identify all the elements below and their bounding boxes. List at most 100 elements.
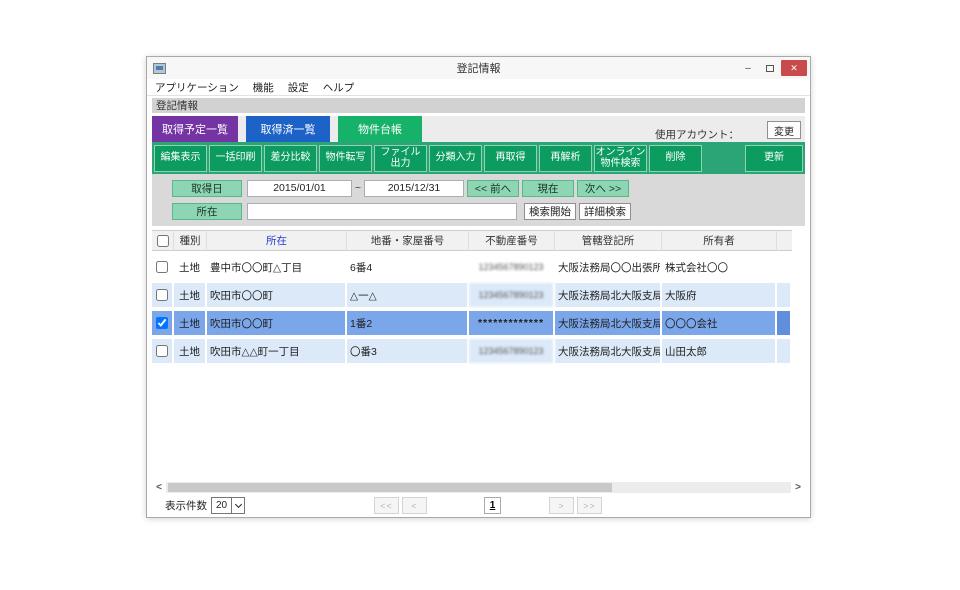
col-header-1: 種別 (174, 230, 207, 251)
page-prev-button[interactable]: < (402, 497, 427, 514)
row-checkbox[interactable] (156, 261, 168, 273)
horizontal-scrollbar[interactable]: < > (152, 481, 805, 494)
toolbar-button-4[interactable]: ファイル 出力 (374, 145, 427, 172)
account-label: 使用アカウント： (655, 127, 739, 142)
menu-item-2[interactable]: 設定 (288, 80, 309, 95)
advanced-search-button[interactable]: 詳細検索 (579, 203, 631, 220)
col-header-5: 管轄登記所 (555, 230, 662, 251)
scrollbar-thumb[interactable] (168, 483, 612, 492)
app-window: 登記情報 – ✕ アプリケーション機能設定ヘルプ 登記情報 取得予定一覧取得済一… (146, 56, 811, 518)
tab-0[interactable]: 取得予定一覧 (152, 116, 238, 142)
footer-bar: 表示件数 20 << < 1 > >> (152, 497, 805, 517)
property-table-body: 土地豊中市〇〇町△丁目6番41234567890123大阪法務局〇〇出張所株式会… (152, 255, 792, 363)
col-header-sliver (777, 230, 792, 251)
row-checkbox[interactable] (156, 289, 168, 301)
property-table-area: 種別所在地番・家屋番号不動産番号管轄登記所所有者 土地豊中市〇〇町△丁目6番41… (152, 226, 805, 480)
col-header-2[interactable]: 所在 (207, 230, 347, 251)
cell-owner: 株式会社〇〇 (662, 255, 777, 279)
location-input[interactable] (247, 203, 517, 220)
cell-lot-number: △一△ (347, 283, 469, 307)
cell-property-number: 1234567890123 (469, 255, 555, 279)
property-table: 種別所在地番・家屋番号不動産番号管轄登記所所有者 土地豊中市〇〇町△丁目6番41… (152, 226, 792, 367)
next-period-button[interactable]: 次へ >> (577, 180, 629, 197)
page-next-button[interactable]: > (549, 497, 574, 514)
toolbar-button-3[interactable]: 物件転写 (319, 145, 372, 172)
page-first-button[interactable]: << (374, 497, 399, 514)
col-header-6: 所有者 (662, 230, 777, 251)
toolbar-button-6[interactable]: 再取得 (484, 145, 537, 172)
scroll-left-icon[interactable]: < (152, 482, 166, 493)
menu-item-0[interactable]: アプリケーション (155, 80, 239, 95)
page-last-button[interactable]: >> (577, 497, 602, 514)
update-button[interactable]: 更新 (745, 145, 803, 172)
prev-period-button[interactable]: << 前へ (467, 180, 519, 197)
close-button[interactable]: ✕ (781, 60, 807, 76)
date-from-input[interactable]: 2015/01/01 (247, 180, 352, 197)
cell-location: 豊中市〇〇町△丁目 (207, 255, 347, 279)
current-period-button[interactable]: 現在 (522, 180, 574, 197)
cell-type: 土地 (174, 339, 207, 363)
maximize-icon (766, 65, 774, 72)
maximize-button[interactable] (759, 60, 781, 76)
cell-sliver (777, 339, 792, 363)
cell-type: 土地 (174, 283, 207, 307)
cell-location: 吹田市〇〇町 (207, 311, 347, 335)
toolbar-button-2[interactable]: 差分比較 (264, 145, 317, 172)
display-count-select[interactable]: 20 (211, 497, 245, 514)
menu-item-3[interactable]: ヘルプ (323, 80, 355, 95)
toolbar-button-0[interactable]: 編集表示 (154, 145, 207, 172)
row-checkbox[interactable] (156, 317, 168, 329)
cell-sliver (777, 311, 792, 335)
cell-lot-number: 6番4 (347, 255, 469, 279)
acquired-date-label[interactable]: 取得日 (172, 180, 242, 197)
cell-sliver (777, 255, 792, 279)
toolbar-button-1[interactable]: 一括印刷 (209, 145, 262, 172)
minimize-button[interactable]: – (737, 60, 759, 76)
cell-owner: 大阪府 (662, 283, 777, 307)
cell-property-number: ************* (469, 311, 555, 335)
cell-registry-office: 大阪法務局北大阪支局 (555, 339, 662, 363)
title-bar: 登記情報 – ✕ (147, 57, 810, 79)
table-row[interactable]: 土地吹田市〇〇町1番2*************大阪法務局北大阪支局〇〇〇会社 (152, 311, 792, 335)
table-row[interactable]: 土地吹田市△△町一丁目〇番31234567890123大阪法務局北大阪支局山田太… (152, 339, 792, 363)
tab-1[interactable]: 取得済一覧 (246, 116, 330, 142)
date-to-input[interactable]: 2015/12/31 (364, 180, 464, 197)
cell-lot-number: 〇番3 (347, 339, 469, 363)
col-header-3: 地番・家屋番号 (347, 230, 469, 251)
cell-location: 吹田市〇〇町 (207, 283, 347, 307)
cell-location: 吹田市△△町一丁目 (207, 339, 347, 363)
col-checkbox (152, 230, 174, 251)
page-current[interactable]: 1 (484, 497, 501, 514)
select-all-checkbox[interactable] (157, 235, 169, 247)
tab-2[interactable]: 物件台帳 (338, 116, 422, 142)
cell-property-number: 1234567890123 (469, 339, 555, 363)
table-row[interactable]: 土地吹田市〇〇町△一△1234567890123大阪法務局北大阪支局大阪府 (152, 283, 792, 307)
cell-type: 土地 (174, 255, 207, 279)
cell-owner: 山田太郎 (662, 339, 777, 363)
toolbar-button-5[interactable]: 分類入力 (429, 145, 482, 172)
col-header-4: 不動産番号 (469, 230, 555, 251)
menu-bar: アプリケーション機能設定ヘルプ (147, 79, 810, 96)
toolbar: 編集表示一括印刷差分比較物件転写ファイル 出力分類入力再取得再解析オンライン 物… (152, 142, 805, 174)
cell-property-number: 1234567890123 (469, 283, 555, 307)
change-account-button[interactable]: 変更 (767, 121, 801, 139)
toolbar-button-8[interactable]: オンライン 物件検索 (594, 145, 647, 172)
cell-sliver (777, 283, 792, 307)
chevron-down-icon (231, 498, 244, 513)
table-row[interactable]: 土地豊中市〇〇町△丁目6番41234567890123大阪法務局〇〇出張所株式会… (152, 255, 792, 279)
row-checkbox[interactable] (156, 345, 168, 357)
window-title: 登記情報 (147, 60, 810, 76)
tab-strip: 取得予定一覧取得済一覧物件台帳 使用アカウント： 変更 (152, 116, 805, 142)
location-label[interactable]: 所在 (172, 203, 242, 220)
scrollbar-track[interactable] (166, 482, 791, 493)
toolbar-button-7[interactable]: 再解析 (539, 145, 592, 172)
scroll-right-icon[interactable]: > (791, 482, 805, 493)
menu-item-1[interactable]: 機能 (253, 80, 274, 95)
toolbar-button-9[interactable]: 削除 (649, 145, 702, 172)
cell-registry-office: 大阪法務局北大阪支局 (555, 311, 662, 335)
section-header: 登記情報 (152, 98, 805, 113)
display-count-label: 表示件数 (165, 498, 207, 513)
cell-lot-number: 1番2 (347, 311, 469, 335)
date-range-tilde: ~ (352, 182, 364, 194)
search-start-button[interactable]: 検索開始 (524, 203, 576, 220)
